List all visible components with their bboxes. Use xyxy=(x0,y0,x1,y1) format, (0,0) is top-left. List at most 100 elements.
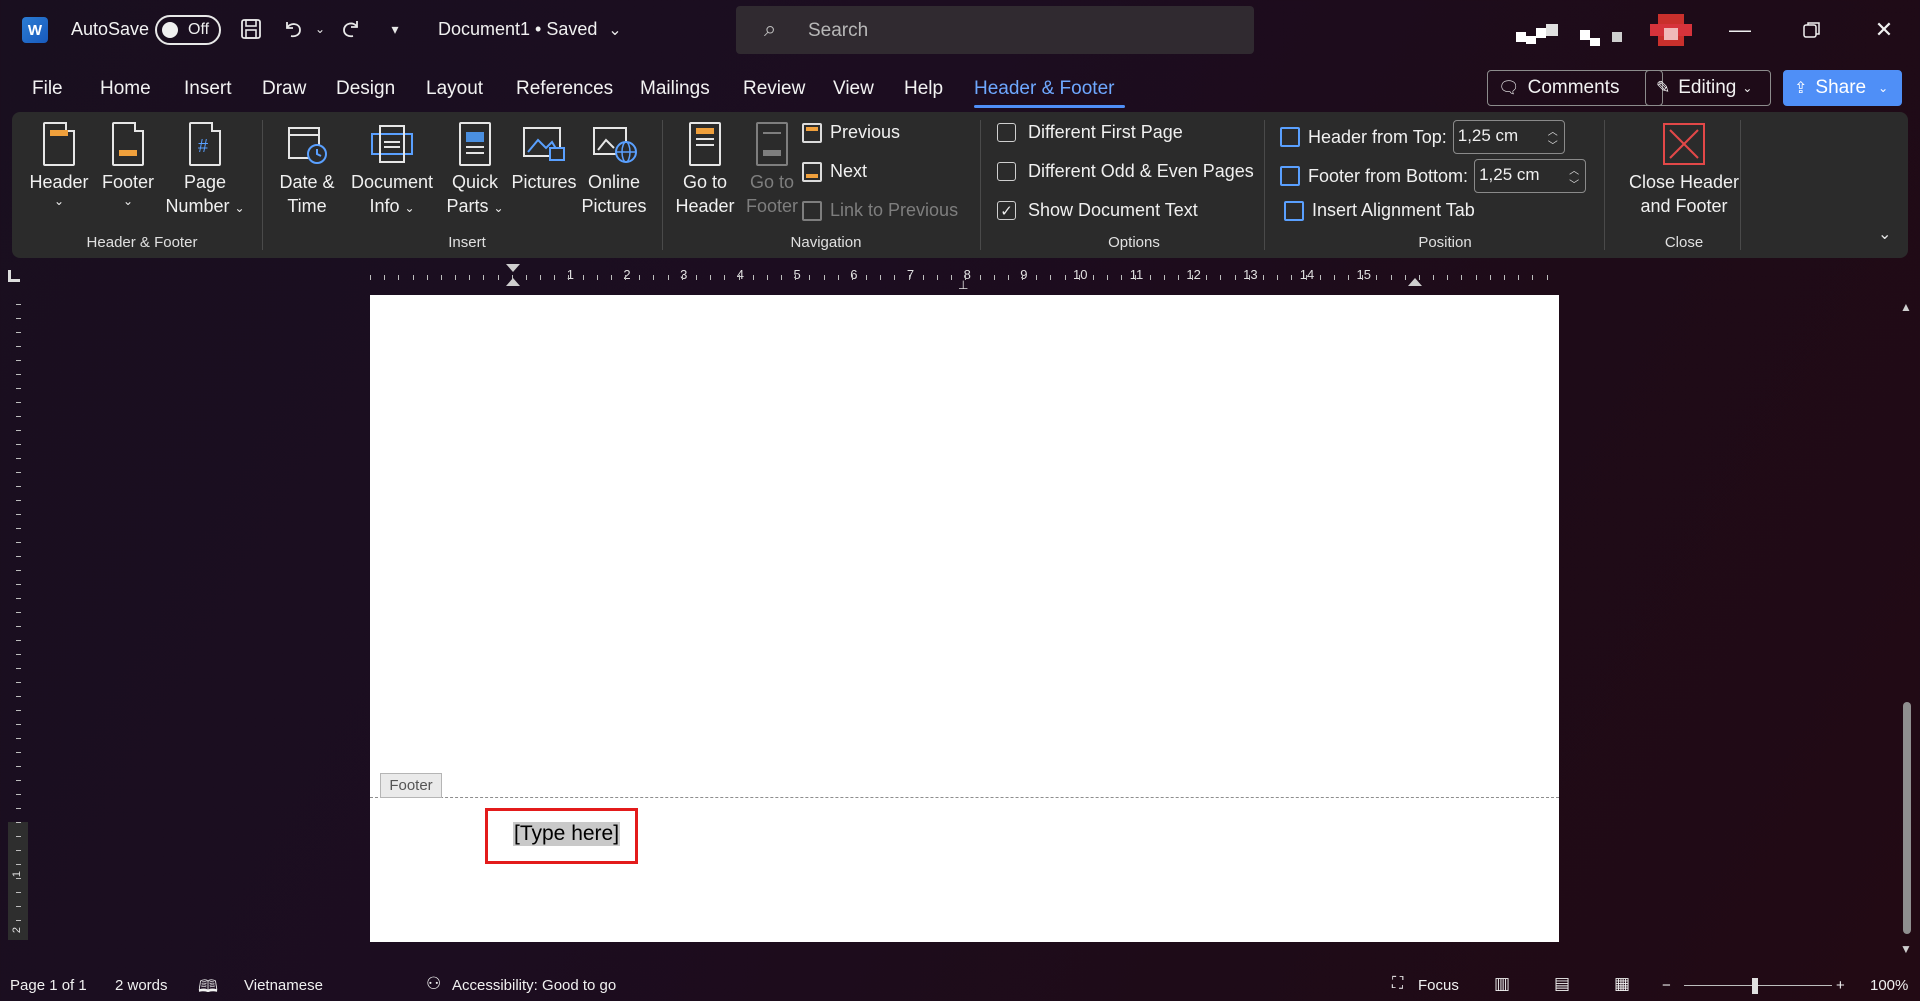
tab-references[interactable]: References xyxy=(516,78,613,100)
tab-mailings[interactable]: Mailings xyxy=(640,78,710,100)
focus-button[interactable]: Focus xyxy=(1418,977,1459,994)
ruler-tick xyxy=(795,275,796,280)
web-layout-icon[interactable]: ▦ xyxy=(1614,974,1630,994)
spin-up-icon[interactable]: ︿ xyxy=(1548,123,1558,138)
ruler-tick xyxy=(668,275,669,280)
first-line-indent-marker[interactable] xyxy=(506,264,520,272)
ruler-tick xyxy=(951,275,952,280)
scroll-up-icon[interactable]: ▲ xyxy=(1900,300,1912,314)
ruler-tick xyxy=(16,808,21,809)
footer-text-placeholder[interactable]: [Type here] xyxy=(513,822,621,846)
ruler-tick xyxy=(16,738,21,739)
tab-insert[interactable]: Insert xyxy=(184,78,232,100)
word-app-icon[interactable]: W xyxy=(22,17,48,43)
accessibility-status[interactable]: Accessibility: Good to go xyxy=(452,977,616,994)
footer-button[interactable]: Footer ⌄ xyxy=(98,122,158,208)
ruler-tick xyxy=(16,864,21,865)
ribbon: Header ⌄ Footer ⌄ # Page Number ⌄ Header… xyxy=(12,112,1908,258)
save-icon[interactable] xyxy=(236,14,266,44)
comments-button[interactable]: 🗨 Comments xyxy=(1487,70,1663,106)
focus-icon[interactable]: ⛶ xyxy=(1392,975,1403,993)
toggle-knob xyxy=(162,22,178,38)
accessibility-icon[interactable]: ⚇ xyxy=(426,974,441,994)
footer-from-bottom-input[interactable]: 1,25 cm ︿ ﹀ xyxy=(1474,159,1587,193)
tab-layout[interactable]: Layout xyxy=(426,78,483,100)
ruler-tick xyxy=(16,822,21,823)
tab-header-footer[interactable]: Header & Footer xyxy=(974,78,1114,100)
restore-icon[interactable] xyxy=(1789,12,1835,48)
vertical-ruler[interactable]: 1 2 xyxy=(8,294,28,940)
header-button[interactable]: Header ⌄ xyxy=(28,122,90,208)
header-from-top-input[interactable]: 1,25 cm ︿ ﹀ xyxy=(1452,120,1565,154)
center-tab-marker[interactable]: ⊥ xyxy=(958,278,968,292)
chevron-down-icon: ⌄ xyxy=(1878,81,1889,95)
previous-button[interactable]: Previous xyxy=(802,122,900,143)
read-mode-icon[interactable]: ▥ xyxy=(1494,974,1510,994)
tab-view[interactable]: View xyxy=(833,78,874,100)
word-count[interactable]: 2 words xyxy=(115,977,168,994)
zoom-level[interactable]: 100% xyxy=(1870,977,1908,994)
zoom-slider-thumb[interactable] xyxy=(1752,978,1758,994)
undo-icon[interactable] xyxy=(278,14,308,44)
language-indicator[interactable]: Vietnamese xyxy=(244,977,323,994)
next-button[interactable]: Next xyxy=(802,161,867,182)
scrollbar-thumb[interactable] xyxy=(1903,702,1911,934)
search-input[interactable]: ⌕ Search xyxy=(736,6,1254,54)
search-icon: ⌕ xyxy=(764,16,777,41)
ribbon-collapse-icon[interactable]: ⌄ xyxy=(1878,224,1891,244)
zoom-slider[interactable] xyxy=(1684,985,1832,986)
tab-help[interactable]: Help xyxy=(904,78,943,100)
zoom-out-button[interactable]: − xyxy=(1662,977,1671,994)
tab-draw[interactable]: Draw xyxy=(262,78,306,100)
online-pictures-button[interactable]: Online Pictures xyxy=(574,122,654,218)
pencil-icon: ✎ xyxy=(1656,78,1671,97)
editing-button[interactable]: ✎ Editing ⌄ xyxy=(1645,70,1771,106)
ruler-tick xyxy=(781,275,782,280)
avatar[interactable] xyxy=(1650,14,1692,46)
quick-parts-button[interactable]: Quick Parts ⌄ xyxy=(442,122,508,220)
spin-down-icon[interactable]: ﹀ xyxy=(1548,137,1558,152)
different-odd-even-checkbox[interactable]: Different Odd & Even Pages xyxy=(997,161,1254,182)
pictures-button[interactable]: Pictures xyxy=(504,122,584,194)
ruler-tick xyxy=(1121,275,1122,280)
insert-alignment-tab-button[interactable]: Insert Alignment Tab xyxy=(1284,200,1475,221)
chevron-down-icon[interactable]: ⌄ xyxy=(600,15,630,45)
ruler-tick xyxy=(1320,275,1321,280)
redo-icon[interactable] xyxy=(336,14,366,44)
group-divider xyxy=(262,120,263,250)
page-number-button[interactable]: # Page Number ⌄ xyxy=(162,122,248,220)
ruler-tick xyxy=(611,275,612,280)
proofing-book-icon[interactable]: 🕮 xyxy=(198,974,218,1001)
right-indent-marker[interactable] xyxy=(1408,278,1422,286)
tab-file[interactable]: File xyxy=(32,78,63,100)
hanging-indent-marker[interactable] xyxy=(506,278,520,286)
customize-icon[interactable]: ▾ xyxy=(380,14,410,44)
print-layout-icon[interactable]: ▤ xyxy=(1554,974,1570,994)
horizontal-ruler[interactable]: 1 2 3 4 5 6 7 8 9 10 11 12 13 14 15 ⊥ xyxy=(0,264,1920,292)
tab-home[interactable]: Home xyxy=(100,78,151,100)
close-header-footer-button[interactable]: Close Header and Footer xyxy=(1614,122,1754,218)
ruler-tick xyxy=(597,275,598,280)
share-button[interactable]: ⇪ Share ⌄ xyxy=(1783,70,1902,106)
scroll-down-icon[interactable]: ▼ xyxy=(1900,942,1912,956)
date-time-button[interactable]: Date & Time xyxy=(272,122,342,218)
vertical-scrollbar[interactable]: ▲ ▼ xyxy=(1896,294,1918,960)
spin-down-icon[interactable]: ﹀ xyxy=(1569,176,1579,191)
go-to-header-icon xyxy=(689,122,721,166)
autosave-toggle[interactable]: Off xyxy=(155,15,221,45)
document-title[interactable]: Document1 • Saved xyxy=(438,19,597,40)
link-to-previous-label: Link to Previous xyxy=(830,200,959,220)
show-document-text-checkbox[interactable]: ✓ Show Document Text xyxy=(997,200,1198,221)
link-to-previous-button[interactable]: Link to Previous xyxy=(802,200,958,221)
tab-design[interactable]: Design xyxy=(336,78,395,100)
tab-review[interactable]: Review xyxy=(743,78,805,100)
document-info-button[interactable]: Document Info ⌄ xyxy=(344,122,440,220)
zoom-in-button[interactable]: + xyxy=(1836,977,1845,994)
different-first-page-checkbox[interactable]: Different First Page xyxy=(997,122,1183,143)
close-icon[interactable]: ✕ xyxy=(1861,12,1907,48)
page-count[interactable]: Page 1 of 1 xyxy=(10,977,87,994)
spin-up-icon[interactable]: ︿ xyxy=(1569,162,1579,177)
undo-dropdown-icon[interactable]: ⌄ xyxy=(305,14,335,44)
ruler-number: 10 xyxy=(1073,267,1088,282)
minimize-icon[interactable]: — xyxy=(1717,12,1763,48)
